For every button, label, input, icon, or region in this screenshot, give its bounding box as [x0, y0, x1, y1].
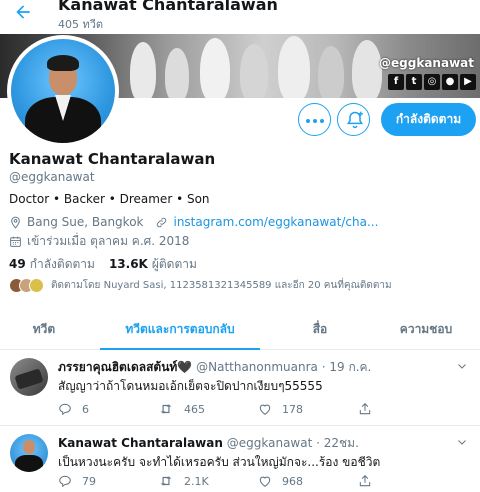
tweet-author-name[interactable]: Kanawat Chantaralawan: [58, 436, 223, 450]
tweet-avatar[interactable]: [10, 358, 48, 396]
reply-icon: [59, 475, 71, 488]
profile-joined-date: เข้าร่วมเมื่อ ตุลาคม ค.ศ. 2018: [27, 234, 190, 248]
back-arrow-icon[interactable]: [12, 2, 34, 22]
share-button[interactable]: [358, 474, 458, 488]
tweet-item[interactable]: Kanawat Chantaralawan @eggkanawat · 22ชม…: [0, 426, 480, 492]
chevron-down-icon[interactable]: [456, 360, 468, 372]
avatar-image: [11, 39, 115, 143]
more-dots-icon: [306, 119, 324, 123]
profile-location: Bang Sue, Bangkok: [27, 215, 144, 229]
tweet-header: ภรรยาคุณฮิตเดลสต้นท์🖤 @Natthanonmuanra ·…: [58, 358, 371, 377]
share-icon: [359, 475, 371, 487]
followers-count: 13.6K: [108, 257, 148, 271]
notifications-button[interactable]: [337, 103, 370, 136]
line-icon: ●: [442, 74, 458, 90]
chevron-down-icon[interactable]: [456, 436, 468, 448]
share-icon: [359, 403, 371, 415]
tab-tweets[interactable]: ทวีต: [0, 312, 88, 350]
following-count: 49: [9, 257, 26, 271]
retweet-count: 465: [184, 402, 205, 416]
profile-name: Kanawat Chantaralawan: [9, 150, 216, 168]
followed-by-text: ติดตามโดย Nuyard Sasi, 1123581321345589 …: [51, 280, 392, 291]
youtube-icon: ▶: [460, 74, 476, 90]
tab-media[interactable]: สื่อ: [280, 312, 360, 350]
like-button[interactable]: 178: [258, 402, 358, 416]
tweet-header: Kanawat Chantaralawan @eggkanawat · 22ชม…: [58, 434, 359, 453]
followed-by-row[interactable]: ติดตามโดย Nuyard Sasi, 1123581321345589 …: [9, 278, 392, 293]
tweet-author-handle: @Natthanonmuanra: [196, 360, 318, 374]
reply-count: 79: [82, 474, 96, 488]
profile-link[interactable]: instagram.com/eggkanawat/cha...: [173, 215, 378, 229]
tweet-author-name[interactable]: ภรรยาคุณฮิตเดลสต้นท์🖤: [58, 360, 192, 374]
header-tweet-count: 405 ทวีต: [58, 18, 104, 31]
twitter-icon: t: [406, 74, 422, 90]
instagram-icon: ◎: [424, 74, 440, 90]
retweet-count: 2.1K: [184, 474, 209, 488]
profile-tabs: ทวีต ทวีตและการตอบกลับ สื่อ ความชอบ: [0, 312, 480, 350]
tweet-text: เป็นหวงนะครับ จะทำได้เหรอครับ ส่วนใหญ่มั…: [58, 455, 381, 469]
reply-icon: [59, 403, 71, 416]
more-options-button[interactable]: [298, 103, 331, 136]
tweet-time[interactable]: · 19 ก.ค.: [322, 360, 372, 374]
retweet-button[interactable]: 2.1K: [158, 474, 258, 488]
profile-bio: Doctor • Backer • Dreamer • Son: [9, 192, 210, 206]
profile-avatar[interactable]: [7, 35, 119, 147]
reply-button[interactable]: 79: [58, 474, 158, 488]
tweet-text: สัญญาว่าถ้าโดนหมอเอ้กเย็ตจะปิดปากเงียบๆ5…: [58, 379, 323, 393]
tab-likes[interactable]: ความชอบ: [372, 312, 480, 350]
profile-meta-joined-row: เข้าร่วมเมื่อ ตุลาคม ค.ศ. 2018: [9, 232, 189, 251]
header-name: Kanawat Chantaralawan: [58, 0, 278, 14]
tweet-item[interactable]: ภรรยาคุณฮิตเดลสต้นท์🖤 @Natthanonmuanra ·…: [0, 350, 480, 426]
calendar-icon: [10, 236, 21, 247]
reply-button[interactable]: 6: [58, 402, 158, 416]
profile-meta-location-row: Bang Sue, Bangkok instagram.com/eggkanaw…: [9, 215, 378, 229]
banner-social-icons: f t ◎ ● ▶: [388, 74, 476, 90]
retweet-button[interactable]: 465: [158, 402, 258, 416]
tweet-actions: 79 2.1K 968: [58, 474, 458, 488]
heart-icon: [259, 476, 271, 487]
like-count: 178: [282, 402, 303, 416]
profile-handle: @eggkanawat: [9, 170, 95, 184]
tweet-time[interactable]: · 22ชม.: [316, 436, 359, 450]
link-icon: [157, 217, 167, 227]
retweet-icon: [160, 404, 172, 414]
heart-icon: [259, 404, 271, 415]
tweet-author-handle: @eggkanawat: [226, 436, 313, 450]
tab-tweets-and-replies[interactable]: ทวีตและการตอบกลับ: [100, 312, 260, 350]
banner-handle: @eggkanawat: [379, 56, 474, 70]
like-button[interactable]: 968: [258, 474, 358, 488]
following-button[interactable]: กำลังติดตาม: [381, 103, 476, 136]
tweet-actions: 6 465 178: [58, 402, 458, 416]
tweet-avatar[interactable]: [10, 434, 48, 472]
location-pin-icon: [11, 216, 20, 229]
reply-count: 6: [82, 402, 89, 416]
like-count: 968: [282, 474, 303, 488]
following-label: กำลังติดตาม: [29, 257, 95, 271]
follower-avatar: [29, 278, 44, 293]
following-count-link[interactable]: 49 กำลังติดตาม: [9, 255, 95, 274]
followers-label: ผู้ติดตาม: [151, 257, 197, 271]
share-button[interactable]: [358, 402, 458, 416]
top-bar: Kanawat Chantaralawan 405 ทวีต: [0, 0, 480, 34]
follow-counts: 49 กำลังติดตาม 13.6K ผู้ติดตาม: [9, 255, 197, 274]
facebook-icon: f: [388, 74, 404, 90]
retweet-icon: [160, 476, 172, 486]
followers-count-link[interactable]: 13.6K ผู้ติดตาม: [109, 255, 197, 274]
bell-plus-icon: [346, 111, 364, 129]
